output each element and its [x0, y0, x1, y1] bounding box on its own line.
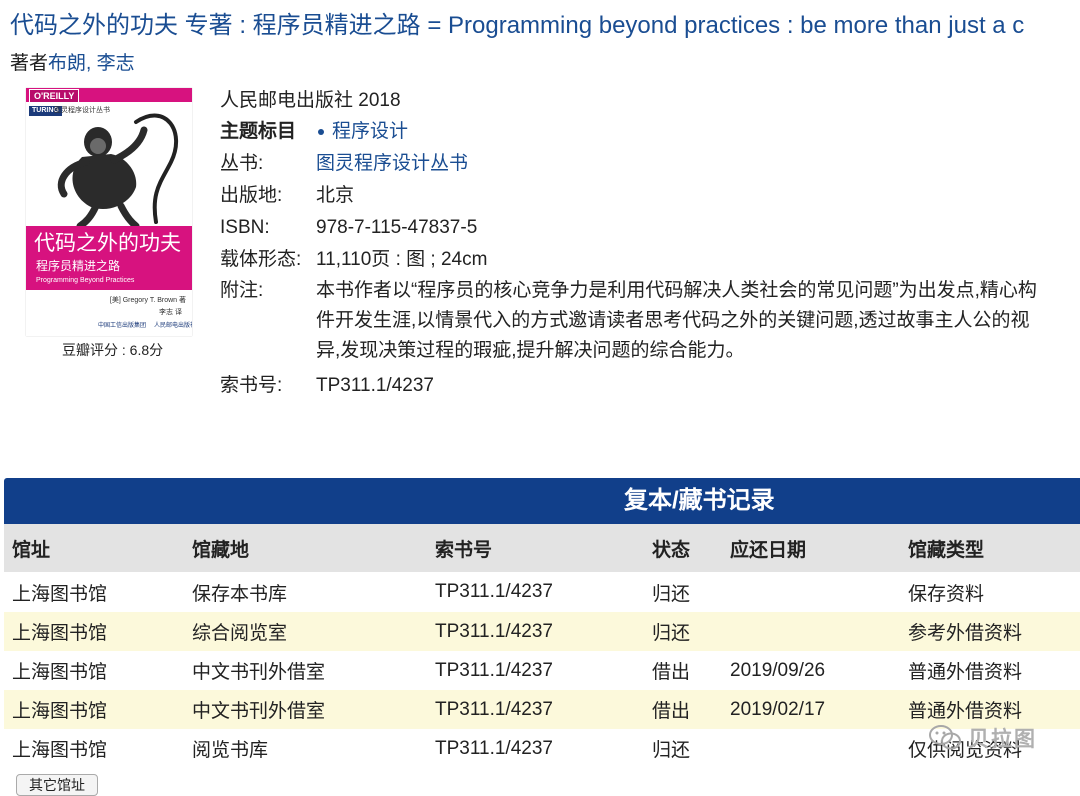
subject-label: 主题标目 [220, 121, 297, 142]
column-header: 索书号 [427, 524, 644, 572]
wechat-watermark: 贝拉图 [928, 720, 1058, 756]
column-header: 应还日期 [722, 524, 900, 572]
note-value: 本书作者以“程序员的核心竞争力是利用代码解决人类社会的常见问题”为出发点,精心构… [316, 276, 1080, 366]
watermark-text: 贝拉图 [968, 728, 1037, 751]
cover-translator: 李志 译 [159, 309, 182, 316]
cover-cn-title: 代码之外的功夫 [34, 231, 181, 255]
authors-link[interactable]: 布朗, 李志 [48, 53, 135, 74]
library-cell: 上海图书馆 [12, 583, 108, 605]
record-details: 人民邮电出版社 2018 主题标目 程序设计 丛书: 图灵程序设计丛书 出版地:… [220, 86, 1080, 402]
holdings-section: 复本/藏书记录 馆址 馆藏地 索书号 状态 应还日期 馆藏类型 上海图书馆 保存… [4, 478, 1080, 768]
callno-cell: TP311.1/4237 [435, 581, 553, 602]
column-header: 馆藏类型 [900, 524, 1080, 572]
subject-row: 主题标目 程序设计 [220, 116, 1080, 148]
authors-line: 著者布朗, 李志 [10, 50, 135, 78]
callno-cell: TP311.1/4237 [435, 620, 553, 642]
due-date-cell: 2019/02/17 [730, 698, 826, 720]
status-cell: 借出 [652, 662, 691, 683]
format-row: 载体形态: 11,110页 : 图 ; 24cm [220, 244, 1080, 276]
place-label: 出版地: [220, 185, 283, 206]
note-line: 件开发生涯,以情景代入的方式邀请读者思考代码之外的关键问题,透过故事主人公的视 [316, 310, 1030, 331]
oreilly-logo: O'REILLY [29, 89, 80, 103]
location-cell: 综合阅览室 [192, 623, 288, 644]
isbn-value: 978-7-115-47837-5 [316, 217, 478, 238]
wechat-icon [929, 725, 961, 750]
status-cell: 借出 [652, 701, 691, 722]
cover-en-title: Programming Beyond Practices [36, 277, 135, 284]
place-row: 出版地: 北京 [220, 180, 1080, 212]
callno-label: 索书号: [220, 375, 283, 396]
table-row: 上海图书馆 中文书刊外借室 TP311.1/4237 借出 2019/02/17… [4, 690, 1080, 729]
record-title: 代码之外的功夫 专著 : 程序员精进之路 = Programming beyon… [10, 12, 1025, 39]
type-cell: 参考外借资料 [908, 623, 1023, 644]
location-cell: 保存本书库 [192, 583, 288, 605]
table-row: 上海图书馆 综合阅览室 TP311.1/4237 归还 参考外借资料 [4, 612, 1080, 651]
library-cell: 上海图书馆 [12, 701, 108, 722]
cover-publisher-group: 中国工信出版集团 [98, 323, 147, 329]
due-date-cell [722, 729, 900, 768]
cover-publisher: 人民邮电出版社 [154, 323, 192, 329]
bullet-icon [318, 128, 324, 135]
callno-value: TP311.1/4237 [316, 375, 434, 396]
type-cell: 保存资料 [908, 583, 985, 605]
format-label: 载体形态: [220, 249, 302, 270]
library-cell: 上海图书馆 [12, 740, 108, 761]
status-cell: 归还 [652, 623, 691, 644]
library-cell: 上海图书馆 [12, 623, 108, 644]
callno-cell: TP311.1/4237 [435, 737, 553, 759]
publisher-line: 人民邮电出版社 2018 [220, 90, 401, 111]
isbn-row: ISBN: 978-7-115-47837-5 [220, 212, 1080, 244]
status-cell: 归还 [652, 740, 691, 761]
isbn-label: ISBN: [220, 217, 270, 238]
due-date-cell [722, 612, 900, 651]
authors-label: 著者 [10, 53, 49, 74]
column-header: 馆址 [4, 524, 184, 572]
douban-rating: 豆瓣评分 : 6.8分 [62, 342, 164, 358]
callno-cell: TP311.1/4237 [435, 659, 553, 681]
book-cover[interactable]: O'REILLY TURING 图灵程序设计丛书 代码之外的功夫 程序员精进之路… [26, 88, 192, 336]
series-link[interactable]: 图灵程序设计丛书 [316, 148, 468, 180]
monkey-illustration-icon [57, 113, 178, 230]
other-libraries-button[interactable]: 其它馆址 [16, 774, 98, 796]
cover-cn-subtitle: 程序员精进之路 [36, 259, 121, 273]
location-cell: 中文书刊外借室 [192, 701, 326, 722]
location-cell: 阅览书库 [192, 740, 269, 761]
note-label: 附注: [220, 280, 264, 301]
holdings-title: 复本/藏书记录 [4, 478, 1080, 524]
holdings-table: 馆址 馆藏地 索书号 状态 应还日期 馆藏类型 上海图书馆 保存本书库 TP31… [4, 524, 1080, 768]
subject-link[interactable]: 程序设计 [332, 121, 408, 142]
column-header: 馆藏地 [184, 524, 427, 572]
due-date-cell [722, 572, 900, 612]
callno-cell: TP311.1/4237 [435, 698, 553, 720]
series-label: 丛书: [220, 153, 264, 174]
table-row: 上海图书馆 保存本书库 TP311.1/4237 归还 保存资料 [4, 572, 1080, 612]
place-value: 北京 [316, 185, 355, 206]
library-cell: 上海图书馆 [12, 662, 108, 683]
status-cell: 归还 [652, 583, 691, 605]
cover-author: [美] Gregory T. Brown 著 [109, 297, 186, 304]
table-row: 上海图书馆 阅览书库 TP311.1/4237 归还 仅供阅览资料 [4, 729, 1080, 768]
callno-row: 索书号: TP311.1/4237 [220, 370, 1080, 402]
note-line: 异,发现决策过程的瑕疵,提升解决问题的综合能力。 [316, 340, 745, 361]
subject-value[interactable]: 程序设计 [316, 116, 408, 148]
series-row: 丛书: 图灵程序设计丛书 [220, 148, 1080, 180]
due-date-cell: 2019/09/26 [730, 659, 826, 681]
note-row: 附注: 本书作者以“程序员的核心竞争力是利用代码解决人类社会的常见问题”为出发点… [220, 276, 1080, 370]
column-header: 状态 [644, 524, 722, 572]
holdings-header-row: 馆址 馆藏地 索书号 状态 应还日期 馆藏类型 [4, 524, 1080, 572]
format-value: 11,110页 : 图 ; 24cm [316, 249, 488, 270]
note-line: 本书作者以“程序员的核心竞争力是利用代码解决人类社会的常见问题”为出发点,精心构 [316, 280, 1037, 301]
location-cell: 中文书刊外借室 [192, 662, 326, 683]
type-cell: 普通外借资料 [908, 662, 1023, 683]
table-row: 上海图书馆 中文书刊外借室 TP311.1/4237 借出 2019/09/26… [4, 651, 1080, 690]
